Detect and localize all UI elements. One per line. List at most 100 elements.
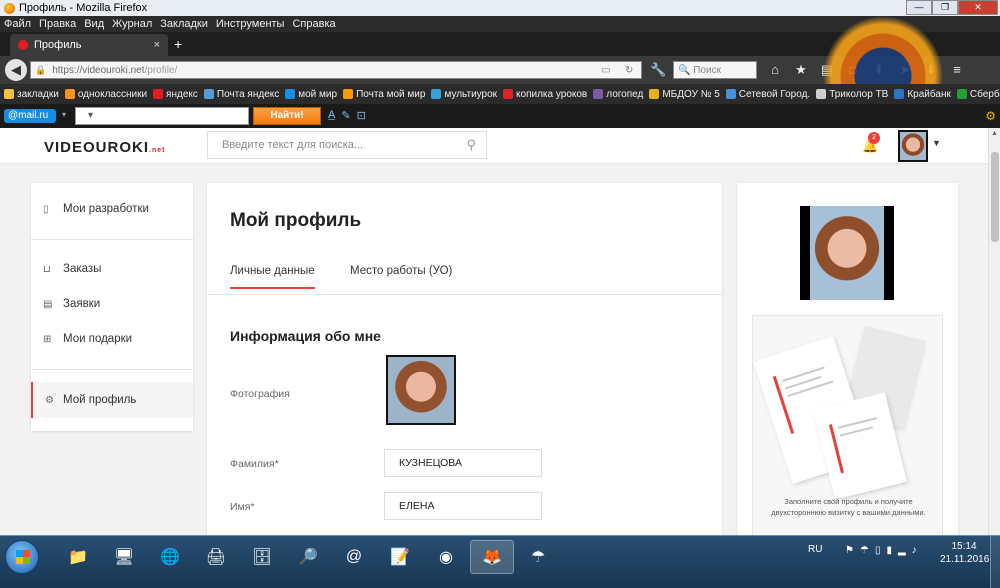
scrollbar-thumb[interactable] [991, 152, 999, 242]
window-title: Профиль - Mozilla Firefox [19, 2, 148, 14]
site-logo-text: VIDEOUROKI [44, 139, 150, 156]
reload-icon[interactable]: ↻ [625, 65, 633, 76]
mailru-search-input[interactable]: ▾ [75, 107, 249, 125]
avira-tray-icon[interactable]: ☂ [860, 545, 869, 556]
site-search-input[interactable]: Введите текст для поиска... ⚲ [207, 131, 487, 159]
bookmark-label: мультиурок [444, 88, 498, 100]
site-logo[interactable]: VIDEOUROKI.net [44, 139, 165, 156]
name-field[interactable]: ЕЛЕНА [384, 492, 542, 520]
sidebar-item-requests[interactable]: ▤ Заявки [31, 287, 193, 321]
volume-icon[interactable]: ♪ [912, 545, 917, 556]
bookmark-item[interactable]: Крайбанк [894, 89, 951, 100]
menu-bookmarks[interactable]: Закладки [160, 18, 208, 30]
sidebar-item-my-profile[interactable]: ⚙ Мой профиль [31, 382, 193, 418]
menu-view[interactable]: Вид [84, 18, 104, 30]
bookmark-item[interactable]: копилка уроков [503, 89, 587, 100]
mailru-logo[interactable]: @mail.ru [4, 109, 56, 123]
minimize-button[interactable]: — [906, 0, 932, 15]
back-button[interactable]: ◀ [5, 59, 27, 81]
avira-icon[interactable]: ☂ [516, 540, 560, 574]
archive-icon[interactable]: 🗄 [240, 540, 284, 574]
language-indicator[interactable]: RU [808, 544, 822, 555]
close-tab-icon[interactable]: × [154, 39, 160, 51]
bookmark-item[interactable]: логопед [593, 89, 643, 100]
sidebar-item-my-works[interactable]: ▯ Мои разработки [31, 192, 193, 226]
bookmark-item[interactable]: закладки [4, 89, 59, 100]
signal-icon[interactable]: ▂ [898, 545, 906, 556]
menu-history[interactable]: Журнал [112, 18, 152, 30]
search-bar[interactable]: 🔍 Поиск [673, 61, 757, 79]
url-host: https://videouroki.net [52, 64, 145, 76]
new-tab-button[interactable]: + [174, 36, 182, 52]
page-title: Мой профиль [230, 210, 362, 231]
tab-workplace[interactable]: Место работы (УО) [350, 265, 452, 277]
reader-icon[interactable]: ▭ [601, 65, 610, 76]
bookmark-item[interactable]: мультиурок [431, 89, 497, 100]
clock[interactable]: 15:14 21.11.2016 [940, 540, 989, 566]
bookmark-item[interactable]: Почта мой мир [343, 89, 425, 100]
bookmark-item[interactable]: мой мир [285, 89, 337, 100]
mailru-tools: A̲ ✎ ⊡ [328, 109, 372, 122]
notepad-icon[interactable]: 📝 [378, 540, 422, 574]
menu-icon[interactable]: ≡ [944, 62, 970, 78]
bookmark-label: Сбербанк [969, 88, 1000, 100]
computer-icon[interactable]: 🖥 [102, 540, 146, 574]
tab-profile[interactable]: Профиль × [10, 34, 168, 56]
bookmark-item[interactable]: Сбербанк [956, 88, 1000, 100]
printer-icon[interactable]: 🖨 [194, 540, 238, 574]
bookmarks-list-icon[interactable]: ▤ [814, 62, 840, 78]
bookmark-item[interactable]: яндекс [153, 89, 198, 100]
menu-edit[interactable]: Правка [39, 18, 76, 30]
chevron-down-icon[interactable]: ▼ [932, 138, 941, 148]
search-icon[interactable]: ⚲ [466, 132, 476, 158]
bookmark-item[interactable]: МБДОУ № 5 [649, 89, 720, 100]
mailru-logo-text: @mail.ru [8, 110, 49, 121]
highlighter-icon[interactable]: ✎ [341, 109, 350, 122]
bookmark-item[interactable]: Сетевой Город. [725, 89, 810, 100]
ie-icon[interactable]: 🔎 [286, 540, 330, 574]
gear-icon[interactable]: ⚙ [985, 109, 996, 123]
avatar[interactable] [898, 130, 928, 162]
magnifier-icon[interactable]: ⊡ [357, 109, 366, 122]
menu-help[interactable]: Справка [292, 18, 335, 30]
menu-file[interactable]: Файл [4, 18, 31, 30]
send-icon[interactable]: ➤ [892, 62, 918, 78]
sidebar-item-orders[interactable]: ⊔ Заказы [31, 252, 193, 286]
star-icon[interactable]: ★ [788, 62, 814, 78]
chrome-icon[interactable]: ◉ [424, 540, 468, 574]
close-window-button[interactable]: ✕ [958, 0, 998, 15]
text-icon[interactable]: A̲ [328, 109, 335, 122]
tab-personal-data[interactable]: Личные данные [230, 265, 315, 289]
bookmark-item[interactable]: Почта яндекс [203, 88, 280, 100]
wrench-icon[interactable]: 🔧 [650, 62, 666, 78]
mailru-find-button[interactable]: Найти! [253, 107, 321, 125]
monitor-icon[interactable]: ▯ [875, 545, 881, 556]
scroll-up-icon[interactable]: ▲ [991, 130, 998, 137]
home-icon[interactable]: ⌂ [762, 62, 788, 78]
sidebar-divider [31, 239, 193, 240]
maximize-button[interactable]: ❐ [932, 0, 958, 15]
address-bar[interactable]: 🔒 https://videouroki.net/profile/ ▭ ↻ [30, 61, 642, 79]
download-icon[interactable]: ⬇ [866, 62, 892, 78]
sidebar-item-gifts[interactable]: ⊞ Мои подарки [31, 322, 193, 356]
navigation-bar: ◀ 🔒 https://videouroki.net/profile/ ▭ ↻ … [0, 56, 1000, 84]
show-desktop-button[interactable] [990, 536, 1000, 588]
bookmark-item[interactable]: одноклассники [64, 89, 147, 100]
menu-tools[interactable]: Инструменты [216, 18, 285, 30]
page-scrollbar[interactable]: ▲ [988, 128, 1000, 535]
chevron-down-icon[interactable]: ▾ [62, 110, 66, 119]
pocket-icon[interactable]: ◘ [840, 62, 866, 78]
network-icon[interactable]: 🌐 [148, 540, 192, 574]
flag-icon[interactable]: ⚑ [845, 545, 854, 556]
battery-icon[interactable]: ▮ [886, 545, 892, 556]
explorer-icon[interactable]: 📁 [56, 540, 100, 574]
start-button[interactable] [5, 540, 39, 574]
bookmark-item[interactable]: Триколор ТВ [816, 89, 888, 100]
bookmark-favicon-icon [153, 89, 164, 99]
bookmark-label: Почта яндекс [216, 88, 280, 100]
download-helper-icon[interactable]: ⬇ [918, 62, 944, 78]
firefox-taskbar-icon[interactable]: 🦊 [470, 540, 514, 574]
surname-field[interactable]: КУЗНЕЦОВА [384, 449, 542, 477]
profile-photo[interactable] [386, 355, 456, 425]
mail-agent-icon[interactable]: @ [332, 540, 376, 574]
